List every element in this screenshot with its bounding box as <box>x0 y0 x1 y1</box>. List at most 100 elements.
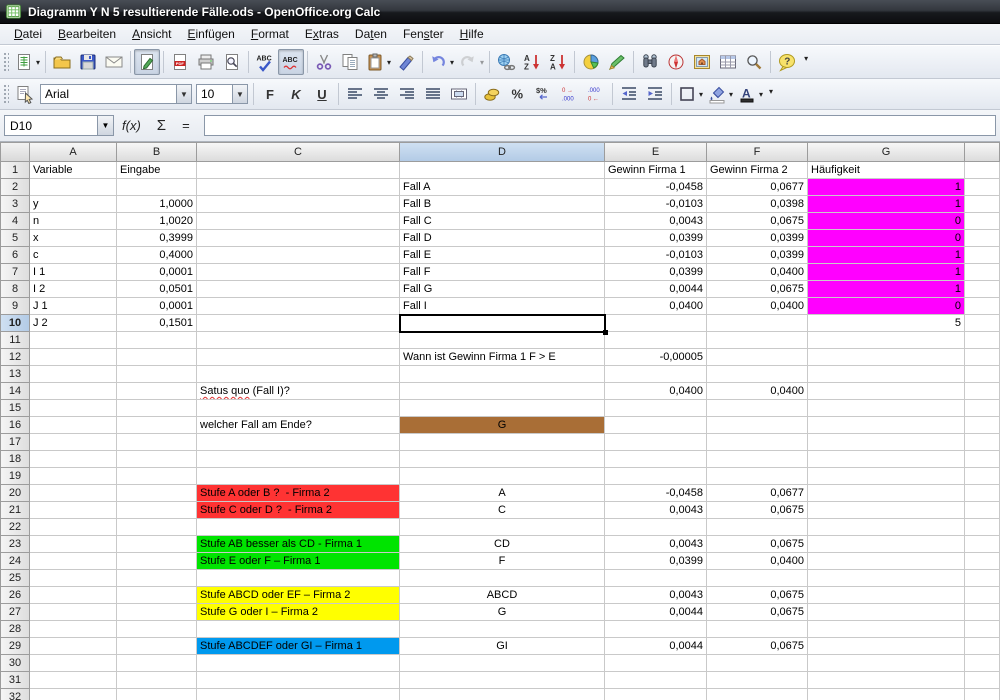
sort-ascending-button[interactable]: AZ <box>519 49 545 75</box>
cell-G13[interactable] <box>808 366 965 383</box>
column-header-G[interactable]: G <box>808 142 965 162</box>
cell-H14[interactable] <box>965 383 1000 400</box>
cell-H7[interactable] <box>965 264 1000 281</box>
align-center-button[interactable] <box>368 81 394 107</box>
undo-dropdown-icon[interactable]: ▾ <box>450 58 454 67</box>
cell-G20[interactable] <box>808 485 965 502</box>
cell-H25[interactable] <box>965 570 1000 587</box>
row-header-8[interactable]: 8 <box>0 281 30 298</box>
cell-A7[interactable]: I 1 <box>30 264 117 281</box>
new-document-button[interactable]: ▾ <box>12 49 42 75</box>
cell-H23[interactable] <box>965 536 1000 553</box>
cell-A22[interactable] <box>30 519 117 536</box>
cell-G28[interactable] <box>808 621 965 638</box>
cell-C24[interactable]: Stufe E oder F – Firma 1 <box>197 553 400 570</box>
cell-C2[interactable] <box>197 179 400 196</box>
cell-D8[interactable]: Fall G <box>400 281 605 298</box>
column-header-E[interactable]: E <box>605 142 707 162</box>
cell-C19[interactable] <box>197 468 400 485</box>
toolbar-overflow-icon[interactable]: ▾ <box>765 79 777 96</box>
cell-C13[interactable] <box>197 366 400 383</box>
cell-D9[interactable]: Fall I <box>400 298 605 315</box>
cell-D20[interactable]: A <box>400 485 605 502</box>
cell-H8[interactable] <box>965 281 1000 298</box>
cell-C15[interactable] <box>197 400 400 417</box>
cell-C3[interactable] <box>197 196 400 213</box>
cell-A19[interactable] <box>30 468 117 485</box>
hyperlink-button[interactable] <box>493 49 519 75</box>
row-header-14[interactable]: 14 <box>0 383 30 400</box>
cell-B1[interactable]: Eingabe <box>117 162 197 179</box>
cell-G6[interactable]: 1 <box>808 247 965 264</box>
cell-B31[interactable] <box>117 672 197 689</box>
cell-G10[interactable]: 5 <box>808 315 965 332</box>
cell-A28[interactable] <box>30 621 117 638</box>
row-header-13[interactable]: 13 <box>0 366 30 383</box>
cell-A8[interactable]: I 2 <box>30 281 117 298</box>
toolbar-grip[interactable] <box>2 83 9 105</box>
cell-F20[interactable]: 0,0677 <box>707 485 808 502</box>
sort-descending-button[interactable]: ZA <box>545 49 571 75</box>
cell-H6[interactable] <box>965 247 1000 264</box>
cell-F6[interactable]: 0,0399 <box>707 247 808 264</box>
cell-B18[interactable] <box>117 451 197 468</box>
row-header-22[interactable]: 22 <box>0 519 30 536</box>
cell-A5[interactable]: x <box>30 230 117 247</box>
toolbar-grip[interactable] <box>2 51 9 73</box>
cell-H21[interactable] <box>965 502 1000 519</box>
cell-C12[interactable] <box>197 349 400 366</box>
cell-F18[interactable] <box>707 451 808 468</box>
cell-C1[interactable] <box>197 162 400 179</box>
cell-B16[interactable] <box>117 417 197 434</box>
cell-B8[interactable]: 0,0501 <box>117 281 197 298</box>
cell-C7[interactable] <box>197 264 400 281</box>
cell-A31[interactable] <box>30 672 117 689</box>
cell-B27[interactable] <box>117 604 197 621</box>
cell-A27[interactable] <box>30 604 117 621</box>
cell-F28[interactable] <box>707 621 808 638</box>
paste-dropdown-icon[interactable]: ▾ <box>387 58 391 67</box>
cell-F21[interactable]: 0,0675 <box>707 502 808 519</box>
cell-G7[interactable]: 1 <box>808 264 965 281</box>
row-header-24[interactable]: 24 <box>0 553 30 570</box>
cell-E27[interactable]: 0,0044 <box>605 604 707 621</box>
selection-fill-handle[interactable] <box>603 330 608 335</box>
cell-E17[interactable] <box>605 434 707 451</box>
cell-E1[interactable]: Gewinn Firma 1 <box>605 162 707 179</box>
data-sources-button[interactable] <box>715 49 741 75</box>
cell-B6[interactable]: 0,4000 <box>117 247 197 264</box>
column-header-C[interactable]: C <box>197 142 400 162</box>
zoom-button[interactable] <box>741 49 767 75</box>
cell-C25[interactable] <box>197 570 400 587</box>
cell-A20[interactable] <box>30 485 117 502</box>
cell-G25[interactable] <box>808 570 965 587</box>
row-header-3[interactable]: 3 <box>0 196 30 213</box>
cell-E30[interactable] <box>605 655 707 672</box>
cell-B2[interactable] <box>117 179 197 196</box>
percent-format-button[interactable]: % <box>505 81 531 107</box>
row-header-7[interactable]: 7 <box>0 264 30 281</box>
spellcheck-button[interactable]: ABC <box>252 49 278 75</box>
cell-E19[interactable] <box>605 468 707 485</box>
cell-H5[interactable] <box>965 230 1000 247</box>
underline-button[interactable]: U <box>309 81 335 107</box>
cell-G9[interactable]: 0 <box>808 298 965 315</box>
cell-B9[interactable]: 0,0001 <box>117 298 197 315</box>
row-header-5[interactable]: 5 <box>0 230 30 247</box>
cell-F10[interactable] <box>707 315 808 332</box>
cell-A25[interactable] <box>30 570 117 587</box>
align-justified-button[interactable] <box>420 81 446 107</box>
cell-H11[interactable] <box>965 332 1000 349</box>
cell-D7[interactable]: Fall F <box>400 264 605 281</box>
cell-D13[interactable] <box>400 366 605 383</box>
cell-E11[interactable] <box>605 332 707 349</box>
row-header-31[interactable]: 31 <box>0 672 30 689</box>
cell-F14[interactable]: 0,0400 <box>707 383 808 400</box>
cell-F9[interactable]: 0,0400 <box>707 298 808 315</box>
cell-A3[interactable]: y <box>30 196 117 213</box>
column-header-F[interactable]: F <box>707 142 808 162</box>
cell-H10[interactable] <box>965 315 1000 332</box>
cell-G1[interactable]: Häufigkeit <box>808 162 965 179</box>
edit-mode-button[interactable] <box>134 49 160 75</box>
cell-B17[interactable] <box>117 434 197 451</box>
